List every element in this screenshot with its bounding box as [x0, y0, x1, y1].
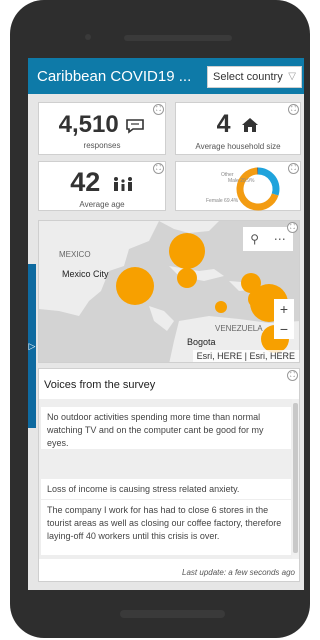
gender-donut-chart: Other Male 29.9% Female 69.4%	[206, 167, 280, 211]
map-card[interactable]: MEXICO Mexico City VENEZUELA Bogota ⚲ ⋯ …	[38, 220, 300, 363]
phone-camera	[85, 34, 91, 40]
last-update: Last update: a few seconds ago	[182, 568, 295, 577]
age-value-row: 42	[39, 167, 165, 198]
map-label-mexico: MEXICO	[59, 250, 91, 259]
household-value: 4	[216, 110, 231, 138]
age-card: ⛶ 42 Average age	[38, 161, 166, 211]
responses-value-row: 4,510	[39, 111, 165, 139]
chevron-right-icon: ▷	[28, 340, 36, 351]
search-icon[interactable]: ⚲	[250, 232, 259, 246]
responses-value: 4,510	[58, 111, 119, 138]
expand-icon[interactable]: ⛶	[287, 370, 298, 381]
map-toolbar: ⚲ ⋯	[243, 227, 293, 251]
app-header: Caribbean COVID19 ... Select country ▽	[28, 58, 304, 94]
donut-slice-male[interactable]	[257, 167, 280, 196]
responses-label: responses	[83, 141, 121, 150]
household-card: ⛶ 4 Average household size	[175, 102, 301, 155]
gender-chart-card: ⛶ Other Male 29.9% Female 69.4%	[175, 161, 301, 211]
map-marker	[215, 301, 227, 313]
list-item: The company I work for has had to close …	[41, 500, 291, 555]
map-marker	[248, 290, 266, 308]
list-item: No outdoor activities spending more time…	[41, 407, 291, 449]
household-label: Average household size	[195, 142, 281, 151]
family-icon	[113, 176, 132, 191]
donut-label-male: Male 29.9%	[228, 178, 255, 184]
voices-scrollbar[interactable]	[292, 399, 299, 559]
map-label-bogota: Bogota	[187, 337, 216, 347]
map-label-venezuela: VENEZUELA	[215, 324, 263, 333]
country-select-value: Select country	[213, 71, 283, 83]
map-label-mexico-city: Mexico City	[62, 269, 109, 279]
side-panel-toggle[interactable]: ▷	[28, 264, 36, 428]
map-attribution: Esri, HERE | Esri, HERE	[192, 350, 299, 362]
app-title: Caribbean COVID19 ...	[37, 67, 192, 85]
voices-list[interactable]: No outdoor activities spending more time…	[39, 399, 293, 559]
more-options-icon[interactable]: ⋯	[274, 232, 286, 246]
phone-home-bar	[120, 610, 225, 618]
app-screen: Caribbean COVID19 ... Select country ▽ ▷…	[28, 58, 304, 590]
responses-card: ⛶ 4,510 responses	[38, 102, 166, 155]
speech-bubble-icon	[126, 118, 145, 134]
zoom-control: + −	[274, 299, 294, 339]
map-marker	[116, 267, 154, 305]
zoom-out-button[interactable]: −	[274, 319, 294, 339]
household-value-row: 4	[176, 110, 300, 139]
scrollbar-thumb[interactable]	[293, 403, 298, 553]
house-icon	[242, 118, 259, 133]
list-item: Loss of income is causing stress related…	[41, 479, 291, 499]
chevron-down-icon: ▽	[288, 71, 296, 82]
map-marker	[169, 233, 205, 269]
voices-card: ⛶ Voices from the survey No outdoor acti…	[38, 368, 300, 582]
country-select[interactable]: Select country ▽	[207, 66, 302, 88]
voices-title: Voices from the survey	[44, 379, 156, 391]
phone-speaker	[124, 35, 232, 41]
age-value: 42	[70, 167, 101, 197]
age-label: Average age	[79, 200, 125, 209]
expand-icon[interactable]: ⛶	[287, 222, 298, 233]
zoom-in-button[interactable]: +	[274, 299, 294, 319]
donut-label-female: Female 69.4%	[206, 198, 239, 204]
map-marker	[177, 268, 197, 288]
